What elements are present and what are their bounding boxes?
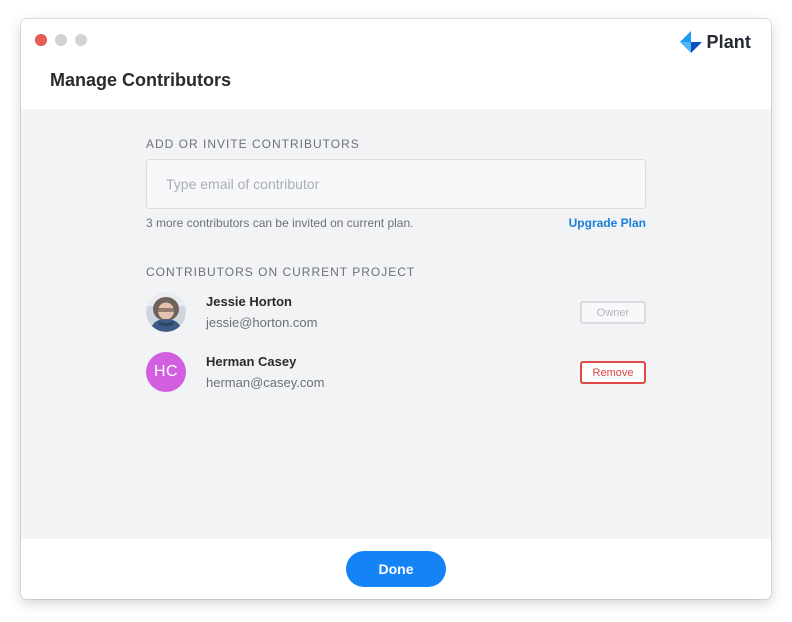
- dialog-footer: Done: [21, 539, 771, 599]
- contributor-row: Jessie Horton jessie@horton.com Owner: [146, 292, 646, 334]
- contributor-name: Herman Casey: [206, 354, 297, 369]
- dialog-content: ADD OR INVITE CONTRIBUTORS 3 more contri…: [21, 109, 771, 539]
- manage-contributors-window: Plant Manage Contributors ADD OR INVITE …: [21, 19, 771, 599]
- current-contributors-label: CONTRIBUTORS ON CURRENT PROJECT: [146, 265, 416, 279]
- contributor-name: Jessie Horton: [206, 294, 292, 309]
- contributor-email: herman@casey.com: [206, 375, 325, 390]
- avatar: HC: [146, 352, 186, 392]
- window-maximize-button[interactable]: [75, 34, 87, 46]
- contributor-email: jessie@horton.com: [206, 315, 318, 330]
- avatar: [146, 292, 186, 332]
- upgrade-plan-link[interactable]: Upgrade Plan: [569, 216, 646, 230]
- contributor-email-input[interactable]: [146, 159, 646, 209]
- window-close-button[interactable]: [35, 34, 47, 46]
- brand-name: Plant: [706, 31, 751, 52]
- done-button[interactable]: Done: [346, 551, 446, 587]
- contributor-row: HC Herman Casey herman@casey.com Remove: [146, 352, 646, 394]
- invite-limit-hint: 3 more contributors can be invited on cu…: [146, 216, 414, 230]
- title-bar: Plant Manage Contributors: [21, 19, 771, 109]
- owner-button: Owner: [580, 301, 646, 324]
- plant-logo: Plant: [680, 31, 751, 53]
- dialog-title: Manage Contributors: [50, 70, 232, 90]
- plant-logo-icon: [680, 31, 703, 53]
- invite-section-label: ADD OR INVITE CONTRIBUTORS: [146, 137, 360, 151]
- window-minimize-button[interactable]: [55, 34, 67, 46]
- remove-contributor-button[interactable]: Remove: [580, 361, 646, 384]
